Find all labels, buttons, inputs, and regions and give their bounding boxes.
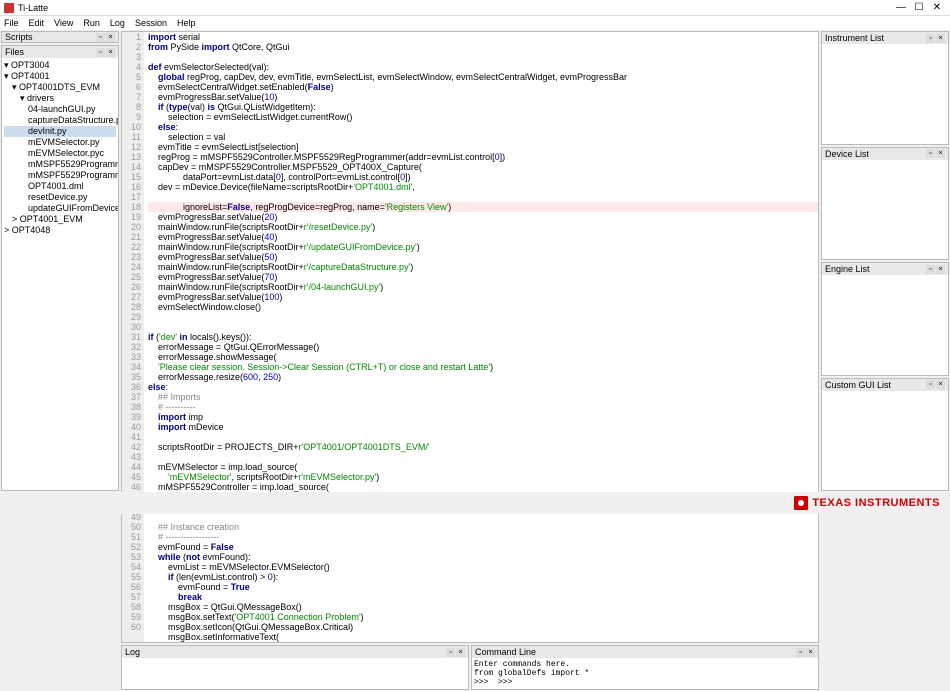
engine-body[interactable] <box>822 275 948 375</box>
tree-item[interactable]: mEVMSelector.pyc <box>4 148 116 159</box>
line-gutter: 1234567891011121314151617181920212223242… <box>122 32 144 642</box>
tree-item[interactable]: ▾ OPT3004 <box>4 60 116 71</box>
code-editor[interactable]: 1234567891011121314151617181920212223242… <box>122 32 818 642</box>
workspace: Scripts▫× Files▫× ▾ OPT3004▾ OPT4001▾ OP… <box>0 30 950 492</box>
scripts-header: Scripts <box>5 32 95 42</box>
menubar: File Edit View Run Log Session Help <box>0 16 950 30</box>
center-column: 1234567891011121314151617181920212223242… <box>120 30 820 492</box>
tree-item[interactable]: ▾ OPT4001 <box>4 71 116 82</box>
tree-item[interactable]: mMSPF5529Programmer.pyc <box>4 170 116 181</box>
panel-float-icon[interactable]: ▫ <box>926 34 935 43</box>
instrument-panel: Instrument List▫× <box>821 31 949 145</box>
customgui-header: Custom GUI List <box>825 380 925 390</box>
code-body[interactable]: import serialfrom PySide import QtCore, … <box>144 32 818 642</box>
menu-session[interactable]: Session <box>135 18 167 28</box>
instrument-header: Instrument List <box>825 33 925 43</box>
tree-item[interactable]: captureDataStructure.py <box>4 115 116 126</box>
tree-item[interactable]: > OPT4001_EVM <box>4 214 116 225</box>
panel-close-icon[interactable]: × <box>936 265 945 274</box>
panel-close-icon[interactable]: × <box>936 149 945 158</box>
titlebar: Ti-Latte — ☐ ✕ <box>0 0 950 16</box>
commandline-header: Command Line <box>475 647 795 657</box>
customgui-panel: Custom GUI List▫× <box>821 378 949 492</box>
files-panel: Files▫× ▾ OPT3004▾ OPT4001▾ OPT4001DTS_E… <box>1 45 119 491</box>
maximize-button[interactable]: ☐ <box>910 2 928 13</box>
panel-float-icon[interactable]: ▫ <box>796 648 805 657</box>
editor-panel: 1234567891011121314151617181920212223242… <box>121 31 819 643</box>
file-tree[interactable]: ▾ OPT3004▾ OPT4001▾ OPT4001DTS_EVM▾ driv… <box>2 58 118 490</box>
menu-file[interactable]: File <box>4 18 19 28</box>
menu-help[interactable]: Help <box>177 18 196 28</box>
panel-float-icon[interactable]: ▫ <box>926 149 935 158</box>
customgui-body[interactable] <box>822 391 948 491</box>
engine-header: Engine List <box>825 264 925 274</box>
engine-panel: Engine List▫× <box>821 262 949 376</box>
panel-close-icon[interactable]: × <box>936 380 945 389</box>
tree-item[interactable]: updateGUIFromDevice.py <box>4 203 116 214</box>
window-title: Ti-Latte <box>18 3 892 13</box>
device-header: Device List <box>825 149 925 159</box>
left-column: Scripts▫× Files▫× ▾ OPT3004▾ OPT4001▾ OP… <box>0 30 120 492</box>
panel-close-icon[interactable]: × <box>456 648 465 657</box>
tree-item[interactable]: ▾ OPT4001DTS_EVM <box>4 82 116 93</box>
device-body[interactable] <box>822 160 948 260</box>
ti-logo-icon <box>794 496 808 510</box>
tree-item[interactable]: mMSPF5529Programmer.py <box>4 159 116 170</box>
menu-view[interactable]: View <box>54 18 73 28</box>
ti-brand-text: TEXAS INSTRUMENTS <box>812 497 940 509</box>
tree-item[interactable]: > OPT4048 <box>4 225 116 236</box>
commandline-body[interactable]: Enter commands here. from globalDefs imp… <box>472 658 818 689</box>
panel-float-icon[interactable]: ▫ <box>96 48 105 57</box>
tree-item[interactable]: ▾ drivers <box>4 93 116 104</box>
panel-float-icon[interactable]: ▫ <box>926 265 935 274</box>
log-panel: Log▫× <box>121 645 469 690</box>
close-button[interactable]: ✕ <box>928 2 946 13</box>
panel-float-icon[interactable]: ▫ <box>446 648 455 657</box>
right-column: Instrument List▫× Device List▫× Engine L… <box>820 30 950 492</box>
commandline-panel: Command Line▫× Enter commands here. from… <box>471 645 819 690</box>
log-header: Log <box>125 647 445 657</box>
menu-run[interactable]: Run <box>83 18 100 28</box>
tree-item[interactable]: devInit.py <box>4 126 116 137</box>
scripts-panel: Scripts▫× <box>1 31 119 43</box>
log-body[interactable] <box>122 658 468 689</box>
bottom-row: Log▫× Command Line▫× Enter commands here… <box>120 644 820 691</box>
minimize-button[interactable]: — <box>892 2 910 13</box>
menu-log[interactable]: Log <box>110 18 125 28</box>
panel-close-icon[interactable]: × <box>106 33 115 42</box>
tree-item[interactable]: 04-launchGUI.py <box>4 104 116 115</box>
panel-close-icon[interactable]: × <box>106 48 115 57</box>
menu-edit[interactable]: Edit <box>29 18 45 28</box>
panel-close-icon[interactable]: × <box>806 648 815 657</box>
panel-float-icon[interactable]: ▫ <box>926 380 935 389</box>
device-panel: Device List▫× <box>821 147 949 261</box>
panel-close-icon[interactable]: × <box>936 34 945 43</box>
panel-float-icon[interactable]: ▫ <box>96 33 105 42</box>
tree-item[interactable]: mEVMSelector.py <box>4 137 116 148</box>
app-icon <box>4 3 14 13</box>
footer: TEXAS INSTRUMENTS <box>0 492 950 514</box>
instrument-body[interactable] <box>822 44 948 144</box>
files-header: Files <box>5 47 95 57</box>
tree-item[interactable]: OPT4001.dml <box>4 181 116 192</box>
tree-item[interactable]: resetDevice.py <box>4 192 116 203</box>
